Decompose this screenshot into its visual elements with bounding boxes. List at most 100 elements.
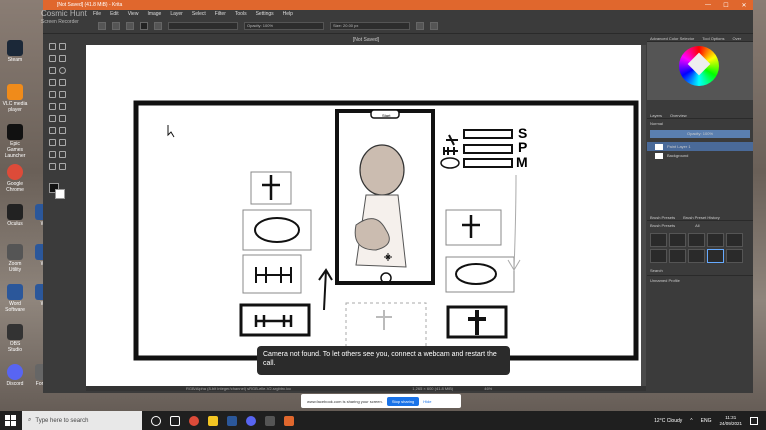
magic-wand-tool-icon[interactable] [59, 139, 66, 146]
discord-desktop-icon[interactable]: Discord [2, 364, 28, 387]
notification-icon[interactable] [750, 416, 758, 425]
line-tool-icon[interactable] [59, 55, 66, 62]
file-explorer-icon[interactable] [208, 415, 218, 426]
rect-tool-icon[interactable] [49, 67, 56, 74]
zoom-tool-icon[interactable] [49, 163, 56, 170]
menu-image[interactable]: Image [147, 11, 161, 17]
task-view-icon[interactable] [170, 415, 180, 426]
brush-preset[interactable] [669, 249, 686, 263]
tab-tool-options[interactable]: Tool Options [702, 36, 724, 41]
menu-layer[interactable]: Layer [170, 11, 183, 17]
layer-opacity-slider[interactable]: Opacity: 100% [650, 130, 750, 138]
mirror-h-button[interactable] [416, 21, 424, 30]
brush-preset[interactable] [669, 233, 686, 247]
layer-row[interactable]: Background [647, 151, 753, 160]
tab-brush-history[interactable]: Brush Preset History [683, 215, 720, 220]
search-icon: ⌕ [28, 417, 32, 423]
brush-preset[interactable] [688, 249, 705, 263]
hide-share-button[interactable]: Hide [423, 399, 431, 404]
tab-brush-presets[interactable]: Brush Presets [650, 215, 675, 220]
document-tab[interactable]: [Not Saved] [86, 35, 646, 45]
layer-mode[interactable]: Normal [647, 119, 753, 128]
brush-preset[interactable] [726, 249, 743, 263]
menu-tools[interactable]: Tools [235, 11, 247, 17]
steam-desktop-icon[interactable]: Steam [2, 40, 28, 63]
brush-search[interactable]: Search [647, 266, 753, 276]
move-tool-icon[interactable] [59, 91, 66, 98]
pan-tool-icon[interactable] [59, 163, 66, 170]
lasso-tool-icon[interactable] [49, 139, 56, 146]
chrome-taskbar-icon[interactable] [189, 415, 199, 426]
tab-layers[interactable]: Layers [650, 113, 662, 118]
brush-tag-select[interactable]: All [695, 223, 699, 228]
steam-taskbar-icon[interactable] [265, 415, 275, 426]
layer-row[interactable]: Paint Layer 1 [647, 142, 753, 151]
brush-preset[interactable] [707, 233, 724, 247]
minimize-button[interactable]: — [699, 2, 717, 9]
language-indicator[interactable]: ENG [701, 418, 712, 424]
gradient-tool-icon[interactable] [59, 103, 66, 110]
zoom-level[interactable]: 46% [484, 386, 492, 391]
brush-preset[interactable] [726, 233, 743, 247]
word-desktop-icon[interactable]: Word Software [2, 284, 28, 313]
fg-color-swatch[interactable] [140, 21, 148, 30]
text-tool-icon[interactable] [49, 91, 56, 98]
clock[interactable]: 11:31 24/09/2021 [719, 415, 742, 427]
discord-taskbar-icon[interactable] [246, 415, 256, 426]
menu-view[interactable]: View [128, 11, 139, 17]
bezier-select-tool-icon[interactable] [49, 151, 56, 158]
vlc-desktop-icon[interactable]: VLC media player [2, 84, 28, 113]
fill-pattern-button[interactable] [154, 21, 162, 30]
measure-tool-icon[interactable] [59, 127, 66, 134]
menu-settings[interactable]: Settings [256, 11, 274, 17]
assistant-tool-icon[interactable] [49, 127, 56, 134]
polygon-tool-icon[interactable] [49, 79, 56, 86]
menu-file[interactable]: File [93, 11, 101, 17]
transform-tool-icon[interactable] [59, 43, 66, 50]
brush-tool-icon[interactable] [49, 55, 56, 62]
tray-chevron-icon[interactable]: ^ [690, 418, 692, 424]
obs-desktop-icon[interactable]: OBS Studio [2, 324, 28, 353]
menu-edit[interactable]: Edit [110, 11, 119, 17]
maximize-button[interactable]: ☐ [717, 2, 735, 9]
drawing-canvas[interactable]: Start S P M [86, 45, 641, 387]
weather-widget[interactable]: 12°C Cloudy [654, 418, 682, 424]
contiguous-select-tool-icon[interactable] [59, 151, 66, 158]
stop-sharing-button[interactable]: Stop sharing [386, 396, 420, 406]
eyedropper-tool-icon[interactable] [49, 115, 56, 122]
brush-preset-selected[interactable] [707, 249, 724, 263]
brush-preset[interactable] [650, 249, 667, 263]
word-taskbar-icon[interactable] [227, 415, 237, 426]
taskbar-search[interactable]: ⌕ Type here to search [22, 411, 142, 430]
background-color-swatch[interactable] [55, 189, 65, 199]
select-tool-icon[interactable] [49, 43, 56, 50]
tab-color-selector[interactable]: Advanced Color Selector [650, 36, 694, 41]
close-button[interactable]: ✕ [735, 2, 753, 9]
cortana-icon[interactable] [151, 415, 161, 426]
fill-tool-icon[interactable] [49, 103, 56, 110]
mirror-v-button[interactable] [430, 21, 438, 30]
save-button[interactable] [126, 21, 134, 30]
open-button[interactable] [112, 21, 120, 30]
menu-select[interactable]: Select [192, 11, 206, 17]
zoom-desktop-icon[interactable]: Zoom Utility [2, 244, 28, 273]
brush-preset[interactable] [688, 233, 705, 247]
start-button[interactable] [5, 415, 16, 426]
crop-tool-icon[interactable] [59, 115, 66, 122]
brush-preset[interactable] [650, 233, 667, 247]
new-doc-button[interactable] [98, 21, 106, 30]
blend-mode-select[interactable] [168, 21, 238, 30]
menu-filter[interactable]: Filter [215, 11, 226, 17]
tab-overview[interactable]: Overview [670, 113, 687, 118]
krita-taskbar-icon[interactable] [284, 415, 294, 426]
ellipse-tool-icon[interactable] [59, 67, 66, 74]
color-selector[interactable] [647, 42, 753, 100]
tab-overview-top[interactable]: Over [732, 36, 741, 41]
menu-help[interactable]: Help [283, 11, 293, 17]
oculus-desktop-icon[interactable]: Oculus [2, 204, 28, 227]
chrome-desktop-icon[interactable]: Google Chrome [2, 164, 28, 193]
opacity-slider[interactable]: Opacity: 100% [244, 21, 324, 30]
size-slider[interactable]: Size: 20.00 px [330, 21, 410, 30]
path-tool-icon[interactable] [59, 79, 66, 86]
epic-desktop-icon[interactable]: Epic Games Launcher [2, 124, 28, 159]
